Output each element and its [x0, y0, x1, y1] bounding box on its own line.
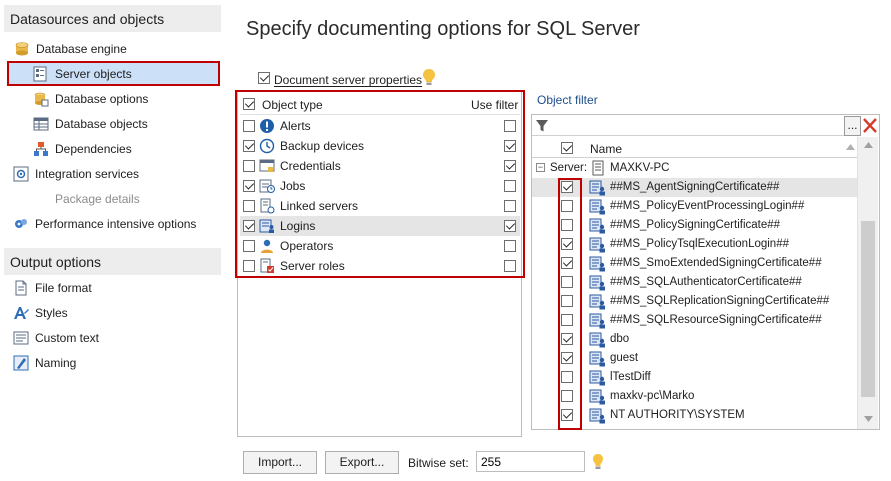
clear-filter-icon[interactable]	[862, 117, 878, 134]
styles-icon	[13, 305, 29, 321]
login-icon	[589, 293, 606, 310]
login-icon	[589, 331, 606, 348]
name-column-header[interactable]: Name	[590, 142, 622, 156]
login-name: ##MS_SmoExtendedSigningCertificate##	[610, 257, 822, 269]
server-icon	[592, 160, 604, 176]
login-icon	[589, 388, 606, 405]
login-name: ##MS_SQLReplicationSigningCertificate##	[610, 295, 830, 307]
filter-search-row	[532, 116, 856, 136]
login-icon	[589, 217, 606, 234]
integration-services-icon	[13, 166, 29, 182]
server-group-row: − Server: MAXKV-PC	[532, 159, 857, 178]
login-icon	[589, 312, 606, 329]
lightbulb-icon	[422, 68, 436, 86]
sidebar-item-label: Custom text	[35, 331, 100, 345]
login-name: ##MS_PolicyEventProcessingLogin##	[610, 200, 805, 212]
login-name: ##MS_SQLAuthenticatorCertificate##	[610, 276, 802, 288]
filter-grid-header: Name	[532, 138, 857, 158]
sidebar-item-label: Database engine	[36, 42, 127, 56]
sidebar-item-label: Package details	[55, 192, 140, 206]
login-name: NT AUTHORITY\SYSTEM	[610, 409, 745, 421]
filter-search-input[interactable]	[550, 116, 845, 135]
filter-select-all-checkbox[interactable]	[561, 142, 573, 154]
object-filter-title: Object filter	[537, 93, 598, 107]
login-name: ##MS_AgentSigningCertificate##	[610, 181, 780, 193]
section-datasources-title: Datasources and objects	[4, 5, 221, 32]
custom-text-icon	[13, 330, 29, 346]
scrollbar-thumb[interactable]	[861, 221, 875, 397]
sidebar-item-label: Integration services	[35, 167, 140, 181]
object-type-highlight	[235, 90, 525, 278]
page-title: Specify documenting options for SQL Serv…	[246, 18, 640, 40]
login-name: lTestDiff	[610, 371, 651, 383]
server-objects-icon	[32, 66, 48, 82]
sidebar-item-label: Naming	[35, 356, 77, 370]
filter-checkbox-column-highlight	[558, 178, 582, 430]
database-objects-icon	[33, 116, 49, 132]
naming-icon	[13, 355, 29, 371]
bitwise-lightbulb-icon	[592, 453, 604, 470]
file-format-icon	[13, 280, 29, 296]
login-name: ##MS_SQLResourceSigningCertificate##	[610, 314, 822, 326]
filter-ellipsis-button[interactable]: ...	[844, 116, 861, 136]
sidebar-item-label: File format	[35, 281, 92, 295]
login-icon	[589, 179, 606, 196]
sort-ascending-icon	[846, 144, 855, 150]
sidebar-item-label: Dependencies	[55, 142, 132, 156]
login-name: dbo	[610, 333, 630, 345]
login-icon	[589, 274, 606, 291]
login-name: ##MS_PolicyTsqlExecutionLogin##	[610, 238, 789, 250]
database-options-icon	[33, 91, 49, 107]
scroll-up-icon[interactable]	[864, 142, 873, 148]
filter-scrollbar[interactable]	[857, 137, 878, 429]
dependencies-icon	[33, 141, 49, 157]
scroll-down-icon[interactable]	[864, 416, 873, 422]
sidebar-item-label: Database options	[55, 92, 149, 106]
login-icon	[589, 198, 606, 215]
sidebar-item-label: Performance intensive options	[35, 217, 197, 231]
database-icon	[14, 41, 30, 57]
bitwise-set-label: Bitwise set:	[408, 456, 469, 470]
import-button[interactable]: Import...	[243, 451, 317, 474]
sidebar-item-label: Server objects	[55, 67, 132, 81]
sidebar-item-label: Styles	[35, 306, 68, 320]
sidebar-item-server-objects[interactable]: Server objects	[7, 61, 220, 86]
login-icon	[589, 407, 606, 424]
login-name: ##MS_PolicySigningCertificate##	[610, 219, 781, 231]
login-name: guest	[610, 352, 639, 364]
performance-icon	[13, 216, 29, 232]
login-icon	[589, 236, 606, 253]
login-name: maxkv-pc\Marko	[610, 390, 695, 402]
server-name: MAXKV-PC	[610, 162, 670, 174]
login-icon	[589, 369, 606, 386]
sidebar-item-label: Database objects	[55, 117, 148, 131]
bitwise-set-input[interactable]	[476, 451, 585, 472]
server-label: Server:	[550, 162, 588, 174]
document-server-properties-checkbox[interactable]	[258, 72, 270, 84]
filter-funnel-icon	[535, 119, 549, 133]
section-output-options-title: Output options	[4, 248, 221, 275]
document-server-properties-label[interactable]: Document server properties	[274, 73, 422, 87]
collapse-toggle[interactable]: −	[536, 163, 545, 172]
login-icon	[589, 350, 606, 367]
export-button[interactable]: Export...	[325, 451, 399, 474]
login-icon	[589, 255, 606, 272]
